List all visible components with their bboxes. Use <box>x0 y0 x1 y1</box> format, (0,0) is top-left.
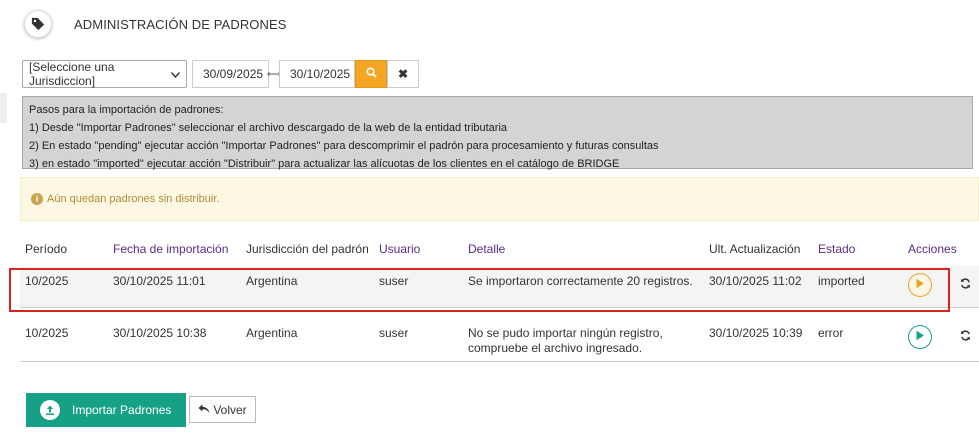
table-row: 10/2025 30/10/2025 10:38 Argentina suser… <box>20 312 979 362</box>
chevron-down-icon <box>170 67 181 81</box>
instructions-heading: Pasos para la importación de padrones: <box>29 104 224 116</box>
cell-jurisdiccion: Argentina <box>246 274 298 288</box>
column-header-usuario[interactable]: Usuario <box>379 242 420 256</box>
clear-button[interactable]: ✖ <box>387 60 419 88</box>
column-header-periodo: Período <box>25 242 68 256</box>
cell-periodo: 10/2025 <box>25 326 69 340</box>
instruction-step: 2) En estado "pending" ejecutar acción "… <box>29 140 659 152</box>
cell-periodo: 10/2025 <box>25 274 69 288</box>
cell-estado: imported <box>818 274 865 288</box>
upload-icon <box>40 400 60 420</box>
column-header-estado[interactable]: Estado <box>818 242 855 256</box>
range-separator: ⟷ <box>266 68 282 80</box>
instruction-step: 1) Desde "Importar Padrones" seleccionar… <box>29 122 508 134</box>
cell-fecha: 30/10/2025 11:01 <box>113 274 206 288</box>
refresh-icon[interactable] <box>960 329 971 344</box>
cell-actualizacion: 30/10/2025 10:39 <box>709 326 803 340</box>
page-title: ADMINISTRACIÓN DE PADRONES <box>74 16 287 32</box>
cell-jurisdiccion: Argentina <box>246 326 298 340</box>
cell-detalle: Se importaron correctamente 20 registros… <box>468 274 693 288</box>
warning-alert: i Aún quedan padrones sin distribuir. <box>20 177 979 221</box>
back-button-label: Volver <box>213 402 247 417</box>
sidebar-edge <box>0 93 7 123</box>
table-header: Período Fecha de importación Jurisdicció… <box>20 232 979 266</box>
tag-icon <box>24 10 52 38</box>
filter-bar: [Seleccione una Jurisdiccion] 30/09/2025… <box>22 60 419 88</box>
date-to-input[interactable]: 30/10/2025 <box>279 60 355 88</box>
import-button-label: Importar Padrones <box>72 403 172 417</box>
cell-actualizacion: 30/10/2025 11:02 <box>709 274 802 288</box>
play-icon <box>915 330 925 344</box>
page-header: ADMINISTRACIÓN DE PADRONES <box>24 10 287 38</box>
jurisdiction-select-value: [Seleccione una Jurisdiccion] <box>29 60 115 88</box>
column-header-jurisdiccion: Jurisdicción del padrón <box>246 242 369 256</box>
date-from-input[interactable]: 30/09/2025 <box>192 60 269 88</box>
close-icon: ✖ <box>397 67 409 81</box>
cell-usuario: suser <box>379 274 409 288</box>
import-play-button[interactable] <box>908 325 932 349</box>
distribute-play-button[interactable] <box>908 273 932 297</box>
search-button[interactable] <box>355 60 387 88</box>
cell-usuario: suser <box>379 326 409 340</box>
cell-detalle: No se pudo importar ningún registro, com… <box>468 326 663 355</box>
back-button[interactable]: Volver <box>189 396 256 423</box>
column-header-detalle[interactable]: Detalle <box>468 242 505 256</box>
column-header-actualizacion: Ult. Actualización <box>709 242 801 256</box>
refresh-icon[interactable] <box>960 277 971 292</box>
table-row: 10/2025 30/10/2025 11:01 Argentina suser… <box>20 266 979 308</box>
column-header-fecha[interactable]: Fecha de importación <box>113 242 228 256</box>
alert-message: Aún quedan padrones sin distribuir. <box>47 193 220 205</box>
import-padrones-button[interactable]: Importar Padrones <box>26 393 186 427</box>
cell-fecha: 30/10/2025 10:38 <box>113 326 207 340</box>
cell-estado: error <box>818 326 844 340</box>
play-icon <box>915 278 925 292</box>
search-icon <box>365 67 377 81</box>
reply-arrow-icon <box>198 403 210 417</box>
instruction-step: 3) en estado "imported" ejecutar acción … <box>29 158 620 170</box>
info-icon: i <box>31 193 43 205</box>
column-header-acciones: Acciones <box>908 242 957 256</box>
instructions-panel: Pasos para la importación de padrones: 1… <box>22 96 973 170</box>
jurisdiction-select[interactable]: [Seleccione una Jurisdiccion] <box>22 60 187 88</box>
